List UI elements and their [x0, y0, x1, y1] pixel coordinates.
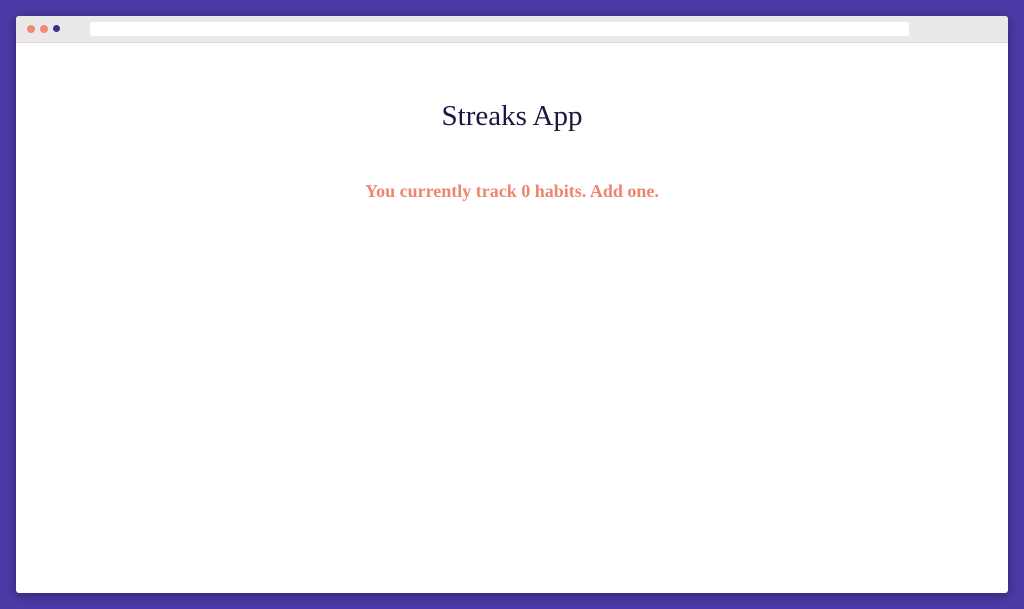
browser-window: Streaks App You currently track 0 habits…	[16, 16, 1008, 593]
minimize-window-dot-icon[interactable]	[40, 25, 48, 33]
zoom-window-dot-icon[interactable]	[53, 25, 60, 32]
close-window-dot-icon[interactable]	[27, 25, 35, 33]
browser-toolbar	[16, 16, 1008, 43]
page-title: Streaks App	[441, 100, 583, 132]
empty-habits-message: You currently track 0 habits. Add one.	[365, 181, 659, 201]
page-content: Streaks App You currently track 0 habits…	[16, 43, 1008, 593]
address-bar[interactable]	[90, 22, 909, 36]
